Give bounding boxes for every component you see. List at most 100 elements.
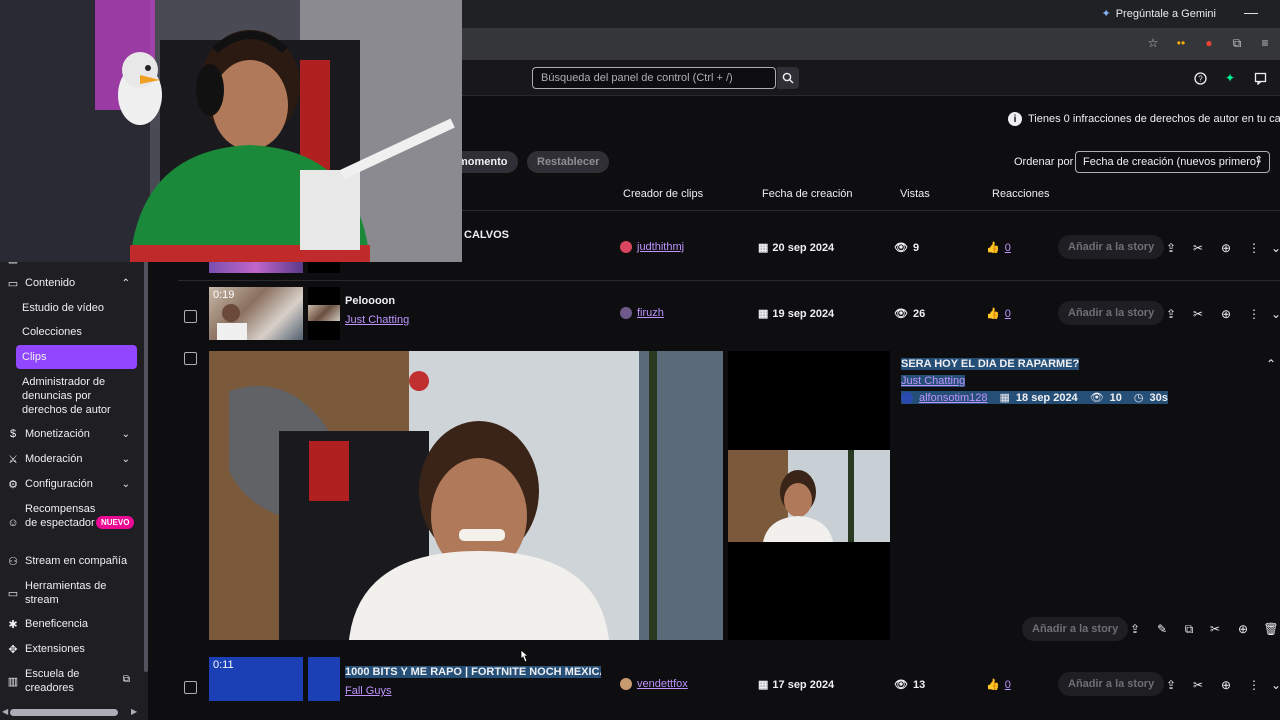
scissors-icon[interactable]: ✂: [1191, 307, 1205, 321]
add-circle-icon[interactable]: ⊕: [1219, 307, 1233, 321]
share-icon[interactable]: ⇪: [1164, 241, 1178, 255]
scissors-icon[interactable]: ✂: [1191, 241, 1205, 255]
add-circle-icon[interactable]: ⊕: [1236, 622, 1250, 636]
extension-dots-icon[interactable]: ••: [1174, 36, 1188, 50]
share-icon[interactable]: ⇪: [1164, 307, 1178, 321]
thumbs-up-icon: 👍: [986, 242, 1000, 254]
sort-select[interactable]: Fecha de creación (nuevos primero) ⇕: [1075, 151, 1270, 173]
sidebar-item-beneficencia[interactable]: ✱ Beneficencia: [0, 617, 140, 631]
add-circle-icon[interactable]: ⊕: [1219, 241, 1233, 255]
clip-reactions[interactable]: 👍 0: [986, 307, 1011, 321]
scroll-right-icon[interactable]: ▶: [131, 707, 137, 716]
row-checkbox[interactable]: [184, 352, 197, 365]
gemini-label: Pregúntale a Gemini: [1115, 7, 1216, 20]
sidebar-scrollbar[interactable]: [144, 252, 148, 672]
clip-reactions[interactable]: 👍 0: [986, 678, 1011, 692]
clip-thumbnail-secondary[interactable]: [308, 657, 340, 701]
clip-creator[interactable]: firuzh: [620, 307, 664, 319]
sidebar-item-monetizacion[interactable]: $ Monetización ⌄: [0, 427, 140, 441]
sort-label: Ordenar por: [1014, 156, 1074, 168]
chevron-up-icon[interactable]: ⌃: [1264, 357, 1278, 371]
bookmark-star-icon[interactable]: ☆: [1146, 36, 1160, 50]
new-badge: NUEVO: [96, 516, 135, 529]
column-header-creator: Creador de clips: [623, 188, 704, 200]
clip-title[interactable]: Peloooon: [345, 295, 395, 307]
clip-title[interactable]: 1000 BITS Y ME RAPO | FORTNITE NOCH MEXI…: [345, 666, 601, 678]
sidebar-item-herramientas[interactable]: ▭ Herramientas de stream: [0, 579, 140, 607]
reward-icon: ☺: [7, 517, 19, 529]
add-circle-icon[interactable]: ⊕: [1219, 678, 1233, 692]
expanded-clip-category-link[interactable]: Just Chatting: [901, 375, 966, 387]
sparkle-icon[interactable]: ✦: [1222, 70, 1238, 86]
scroll-left-icon[interactable]: ◀: [2, 707, 8, 716]
add-to-story-button[interactable]: Añadir a la story: [1058, 672, 1165, 696]
more-options-icon[interactable]: ⋮: [1247, 678, 1261, 692]
clip-creator[interactable]: vendettfox: [620, 678, 688, 690]
chevron-up-icon: ⌃: [121, 277, 130, 289]
share-icon[interactable]: ⇪: [1128, 622, 1142, 636]
add-to-story-button[interactable]: Añadir a la story: [1058, 235, 1165, 259]
column-header-created: Fecha de creación: [762, 188, 853, 200]
row-checkbox[interactable]: [184, 681, 197, 694]
reset-filters-button[interactable]: Restablecer: [527, 151, 610, 173]
chat-bubble-icon[interactable]: [1252, 70, 1268, 86]
more-options-icon[interactable]: ⋮: [1247, 307, 1261, 321]
search-button[interactable]: [777, 67, 799, 89]
sidebar-item-admin-denuncias[interactable]: Administrador de denuncias por derechos …: [22, 375, 122, 417]
sidebar-item-moderacion[interactable]: ⚔ Moderación ⌄: [0, 452, 140, 466]
add-to-story-button[interactable]: Añadir a la story: [1058, 301, 1165, 325]
sidebar-item-configuracion[interactable]: ⚙ Configuración ⌄: [0, 477, 140, 491]
chevron-down-icon: ⌄: [121, 453, 130, 465]
sidebar-item-escuela[interactable]: ▥ Escuela de creadores ⧉: [0, 667, 140, 695]
clip-reactions[interactable]: 👍 0: [986, 241, 1011, 255]
gemini-button[interactable]: ✦ Pregúntale a Gemini: [1102, 7, 1217, 21]
expanded-clip-title[interactable]: SERA HOY EL DIA DE RAPARME?: [901, 358, 1080, 370]
help-icon[interactable]: ?: [1192, 70, 1208, 86]
horizontal-scrollbar[interactable]: [10, 709, 118, 716]
clip-date: ▦ 17 sep 2024: [758, 678, 835, 692]
scissors-icon[interactable]: ✂: [1208, 622, 1222, 636]
edit-pencil-icon[interactable]: ✎: [1155, 622, 1169, 636]
expanded-clip-meta: alfonsotim128 ▦ 18 sep 2024 👁 10 ◷ 30s: [901, 391, 1168, 404]
chevron-down-icon[interactable]: ⌄: [1269, 241, 1280, 255]
clip-title[interactable]: CALVOS: [464, 229, 509, 241]
money-icon: $: [9, 428, 17, 440]
clip-category-link[interactable]: Just Chatting: [345, 314, 409, 326]
clip-thumbnail[interactable]: 0:11: [209, 657, 303, 701]
clip-creator[interactable]: judthithmj: [620, 241, 684, 253]
more-options-icon[interactable]: ⋮: [1247, 241, 1261, 255]
expanded-clip-length: 30s: [1149, 391, 1168, 404]
scissors-icon[interactable]: ✂: [1191, 678, 1205, 692]
chevron-down-icon[interactable]: ⌄: [1269, 678, 1280, 692]
search-input[interactable]: Búsqueda del panel de control (Ctrl + /): [532, 67, 776, 89]
clip-thumbnail[interactable]: 0:19: [209, 287, 303, 340]
open-external-icon[interactable]: ⧉: [1182, 622, 1196, 636]
sidebar-item-contenido[interactable]: ▭ Contenido ⌃: [0, 276, 140, 290]
calendar-icon: ▦: [758, 679, 769, 691]
clip-thumbnail-secondary[interactable]: [308, 287, 340, 340]
add-to-story-button[interactable]: Añadir a la story: [1022, 617, 1129, 641]
sidebar-item-estudio[interactable]: Estudio de vídeo: [22, 301, 104, 315]
copyright-notice: i Tienes 0 infracciones de derechos de au…: [1008, 112, 1280, 126]
calendar-icon: ▦: [758, 242, 769, 254]
minimize-button[interactable]: —: [1244, 4, 1258, 20]
row-checkbox[interactable]: [184, 310, 197, 323]
extensions-puzzle-icon[interactable]: ⧉: [1230, 36, 1244, 50]
sidebar-item-clips[interactable]: Clips: [22, 350, 46, 364]
chevron-down-icon[interactable]: ⌄: [1269, 307, 1280, 321]
media-control-icon[interactable]: ≡: [1258, 36, 1272, 50]
thumbs-up-icon: 👍: [986, 308, 1000, 320]
clip-vertical-preview[interactable]: [728, 351, 890, 640]
sidebar-item-extensiones[interactable]: ✥ Extensiones: [0, 642, 140, 656]
clip-date: ▦ 20 sep 2024: [758, 241, 835, 255]
sidebar-item-stream-compania[interactable]: ⚇ Stream en compañía: [0, 554, 140, 568]
chrome-profile-icon[interactable]: ●: [1202, 36, 1216, 50]
sidebar-item-colecciones[interactable]: Colecciones: [22, 325, 82, 339]
puzzle-icon: ✥: [8, 643, 18, 656]
share-icon[interactable]: ⇪: [1164, 678, 1178, 692]
external-link-icon: ⧉: [122, 674, 130, 685]
clip-video-preview[interactable]: [209, 351, 723, 640]
trash-icon[interactable]: 🗑: [1263, 622, 1278, 636]
expanded-clip-creator[interactable]: alfonsotim128: [919, 392, 988, 404]
clip-category-link[interactable]: Fall Guys: [345, 685, 391, 697]
